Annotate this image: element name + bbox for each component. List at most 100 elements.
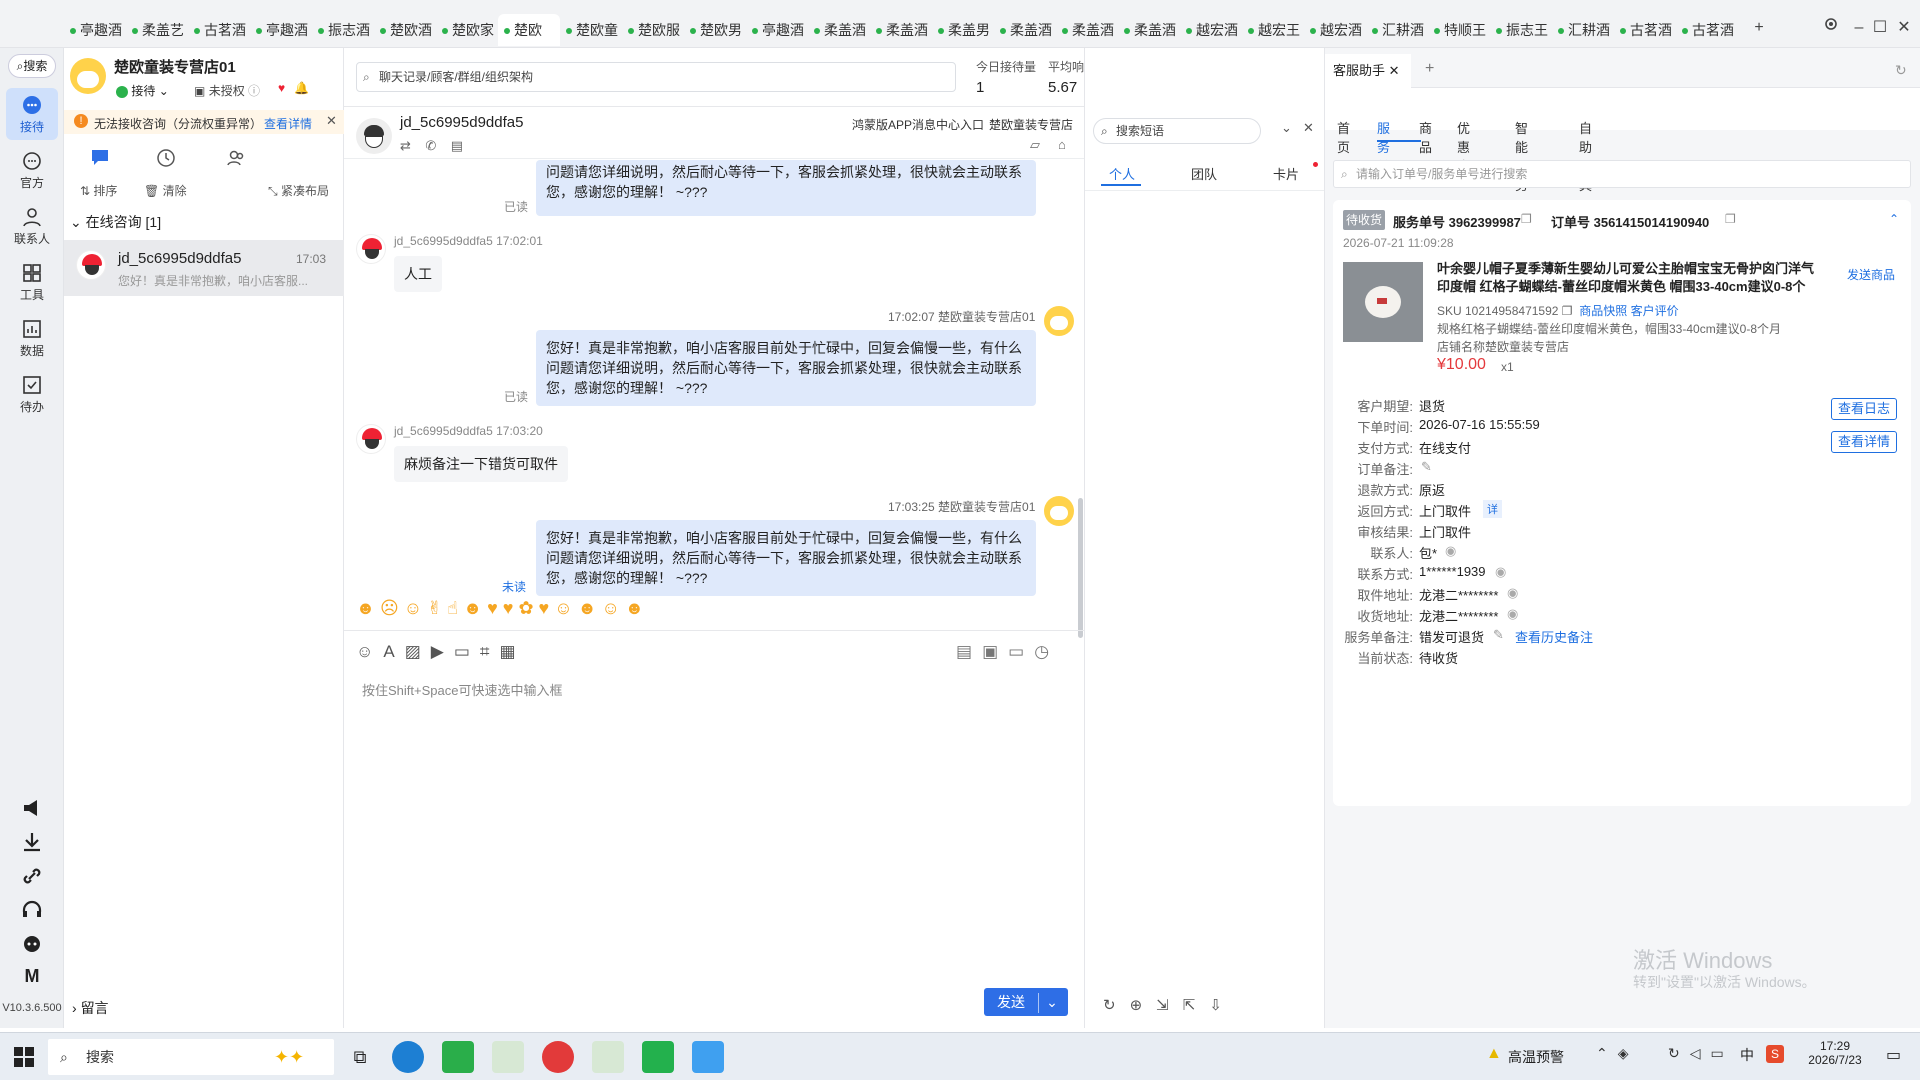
- close-tab-icon[interactable]: ✕: [1389, 63, 1400, 78]
- message-input[interactable]: 按住Shift+Space可快速选中输入框: [362, 680, 562, 699]
- download-icon[interactable]: ⇩: [1209, 997, 1236, 1014]
- status-dropdown[interactable]: 接待 ⌄: [116, 82, 169, 99]
- product-image[interactable]: [1343, 262, 1423, 342]
- refresh-icon[interactable]: ↻: [1103, 997, 1130, 1014]
- rail-item-data[interactable]: 数据: [6, 312, 58, 364]
- tab-shop[interactable]: 古茗酒: [1676, 14, 1738, 46]
- chat-tab-icon[interactable]: [90, 148, 110, 169]
- bag-icon[interactable]: ▤: [956, 642, 982, 661]
- tab-shop[interactable]: 楚欧: [498, 14, 560, 46]
- collapse-icon[interactable]: ⌄: [1281, 120, 1292, 136]
- close-icon[interactable]: ✕: [1303, 120, 1314, 136]
- close-warning-icon[interactable]: ✕: [326, 113, 337, 129]
- sort-button[interactable]: ⇅ 排序: [80, 182, 117, 199]
- bell-icon[interactable]: 🔔: [294, 81, 309, 95]
- chevron-up-icon[interactable]: ⌃: [1596, 1045, 1618, 1061]
- settings-icon[interactable]: [1817, 14, 1845, 42]
- tab-shop[interactable]: 古茗酒: [188, 14, 250, 46]
- chat-scrollbar[interactable]: [1078, 498, 1083, 638]
- tab-shop[interactable]: 亭趣酒: [250, 14, 312, 46]
- weather-alert[interactable]: 高温预警: [1508, 1047, 1564, 1067]
- volume-icon[interactable]: ◁: [1690, 1045, 1711, 1061]
- tab-shop[interactable]: 振志王: [1490, 14, 1552, 46]
- eye-icon[interactable]: ◉: [1495, 564, 1506, 580]
- online-group-header[interactable]: ⌄ 在线咨询 [1]: [70, 212, 161, 232]
- taskbar-search-input[interactable]: ⌕ 搜索 ✦✦: [48, 1039, 334, 1075]
- send-goods-button[interactable]: 发送商品: [1847, 266, 1895, 283]
- crop-icon[interactable]: ⌗: [480, 642, 500, 661]
- headset-icon[interactable]: [20, 898, 44, 922]
- network-icon[interactable]: ▭: [1711, 1045, 1734, 1061]
- tab-assistant[interactable]: 客服助手 ✕: [1325, 54, 1411, 88]
- emoji-quick-row[interactable]: ☻☹☺✌☝☻♥♥✿♥☺☻☺☻: [356, 598, 649, 628]
- refresh-icon[interactable]: ↻: [1895, 62, 1907, 79]
- sync-icon[interactable]: ↻: [1668, 1045, 1690, 1061]
- copy-icon[interactable]: ❐: [1562, 304, 1573, 318]
- order-icon[interactable]: ▣: [982, 642, 1008, 661]
- emoji-icon[interactable]: ☺: [356, 642, 383, 661]
- send-button[interactable]: 发送 ⌄: [984, 988, 1068, 1016]
- product-title[interactable]: 叶余婴儿帽子夏季薄新生婴幼儿可爱公主胎帽宝宝无骨护囟门洋气印度帽 红格子蝴蝶结-…: [1437, 260, 1817, 296]
- detail-tag[interactable]: 详: [1483, 500, 1502, 518]
- app-entry-link[interactable]: 鸿蒙版APP消息中心入口: [852, 116, 984, 133]
- review-link[interactable]: 客户评价: [1631, 304, 1679, 318]
- jd-app-icon[interactable]: [692, 1041, 724, 1073]
- ime-indicator[interactable]: 中: [1740, 1045, 1754, 1065]
- group-tab-icon[interactable]: [226, 148, 246, 171]
- history-tab-icon[interactable]: [156, 148, 176, 171]
- bookmark-icon[interactable]: ▱: [1030, 137, 1040, 153]
- rail-item-official[interactable]: 官方: [6, 144, 58, 196]
- font-icon[interactable]: A: [383, 642, 404, 661]
- folder-icon[interactable]: ▭: [454, 642, 480, 661]
- app-icon[interactable]: [592, 1041, 624, 1073]
- eye-icon[interactable]: ◉: [1507, 585, 1518, 601]
- edit-icon[interactable]: ✎: [1493, 627, 1504, 643]
- tab-shop[interactable]: 特顺王: [1428, 14, 1490, 46]
- tab-shop[interactable]: 柔盖酒: [870, 14, 932, 46]
- rail-item-tools[interactable]: 工具: [6, 256, 58, 308]
- copy-icon[interactable]: ❐: [1521, 212, 1532, 226]
- clock[interactable]: 17:29 2026/7/23: [1790, 1039, 1880, 1067]
- compact-layout-button[interactable]: ⤡ 紧凑布局: [268, 182, 329, 199]
- send-options-icon[interactable]: ⌄: [1039, 988, 1065, 1016]
- tab-shop[interactable]: 柔盖艺: [126, 14, 188, 46]
- tab-shop[interactable]: 柔盖酒: [808, 14, 870, 46]
- phrase-tab-card[interactable]: 卡片: [1273, 164, 1299, 183]
- tab-shop[interactable]: 振志酒: [312, 14, 374, 46]
- tab-shop[interactable]: 柔盖酒: [994, 14, 1056, 46]
- tab-shop[interactable]: 亭趣酒: [746, 14, 808, 46]
- tab-shop[interactable]: 越宏王: [1242, 14, 1304, 46]
- pin-icon[interactable]: ⌂: [1058, 137, 1066, 152]
- add-icon[interactable]: ⊕: [1130, 997, 1157, 1014]
- windows-start-icon[interactable]: [14, 1047, 34, 1070]
- wechat-icon[interactable]: [442, 1041, 474, 1073]
- snapshot-link[interactable]: 商品快照: [1579, 304, 1627, 318]
- import-icon[interactable]: ⇲: [1156, 997, 1183, 1014]
- tab-shop[interactable]: 柔盖酒: [1118, 14, 1180, 46]
- task-view-icon[interactable]: ⧉: [344, 1041, 376, 1073]
- tab-shop[interactable]: 汇耕酒: [1552, 14, 1614, 46]
- tab-shop[interactable]: 楚欧家: [436, 14, 498, 46]
- export-icon[interactable]: ⇱: [1183, 997, 1210, 1014]
- chat-app-icon[interactable]: [642, 1041, 674, 1073]
- tab-shop[interactable]: 柔盖男: [932, 14, 994, 46]
- warning-detail-link[interactable]: 查看详情: [264, 115, 312, 132]
- auth-status[interactable]: ▣ 未授权 ⓘ: [194, 82, 260, 99]
- tab-shop[interactable]: 古茗酒: [1614, 14, 1676, 46]
- view-detail-button[interactable]: 查看详情: [1831, 431, 1897, 453]
- download-icon[interactable]: [20, 830, 44, 854]
- shield-icon[interactable]: ◈: [1618, 1045, 1639, 1061]
- note-icon[interactable]: ▤: [451, 138, 463, 153]
- tab-shop[interactable]: 楚欧童: [560, 14, 622, 46]
- global-search-input[interactable]: ⌕ 聊天记录/顾客/群组/组织架构: [356, 62, 956, 92]
- m-logo[interactable]: M: [20, 966, 44, 987]
- edge-icon[interactable]: [392, 1041, 424, 1073]
- leave-message-toggle[interactable]: › 留言: [72, 998, 109, 1018]
- app-icon[interactable]: [542, 1041, 574, 1073]
- rail-item-todo[interactable]: 待办: [6, 368, 58, 420]
- tab-shop[interactable]: 亭趣酒: [64, 14, 126, 46]
- eye-icon[interactable]: ◉: [1507, 606, 1518, 622]
- tab-shop[interactable]: 楚欧男: [684, 14, 746, 46]
- megaphone-icon[interactable]: [20, 796, 44, 820]
- phrase-search-input[interactable]: ⌕ 搜索短语: [1093, 118, 1261, 144]
